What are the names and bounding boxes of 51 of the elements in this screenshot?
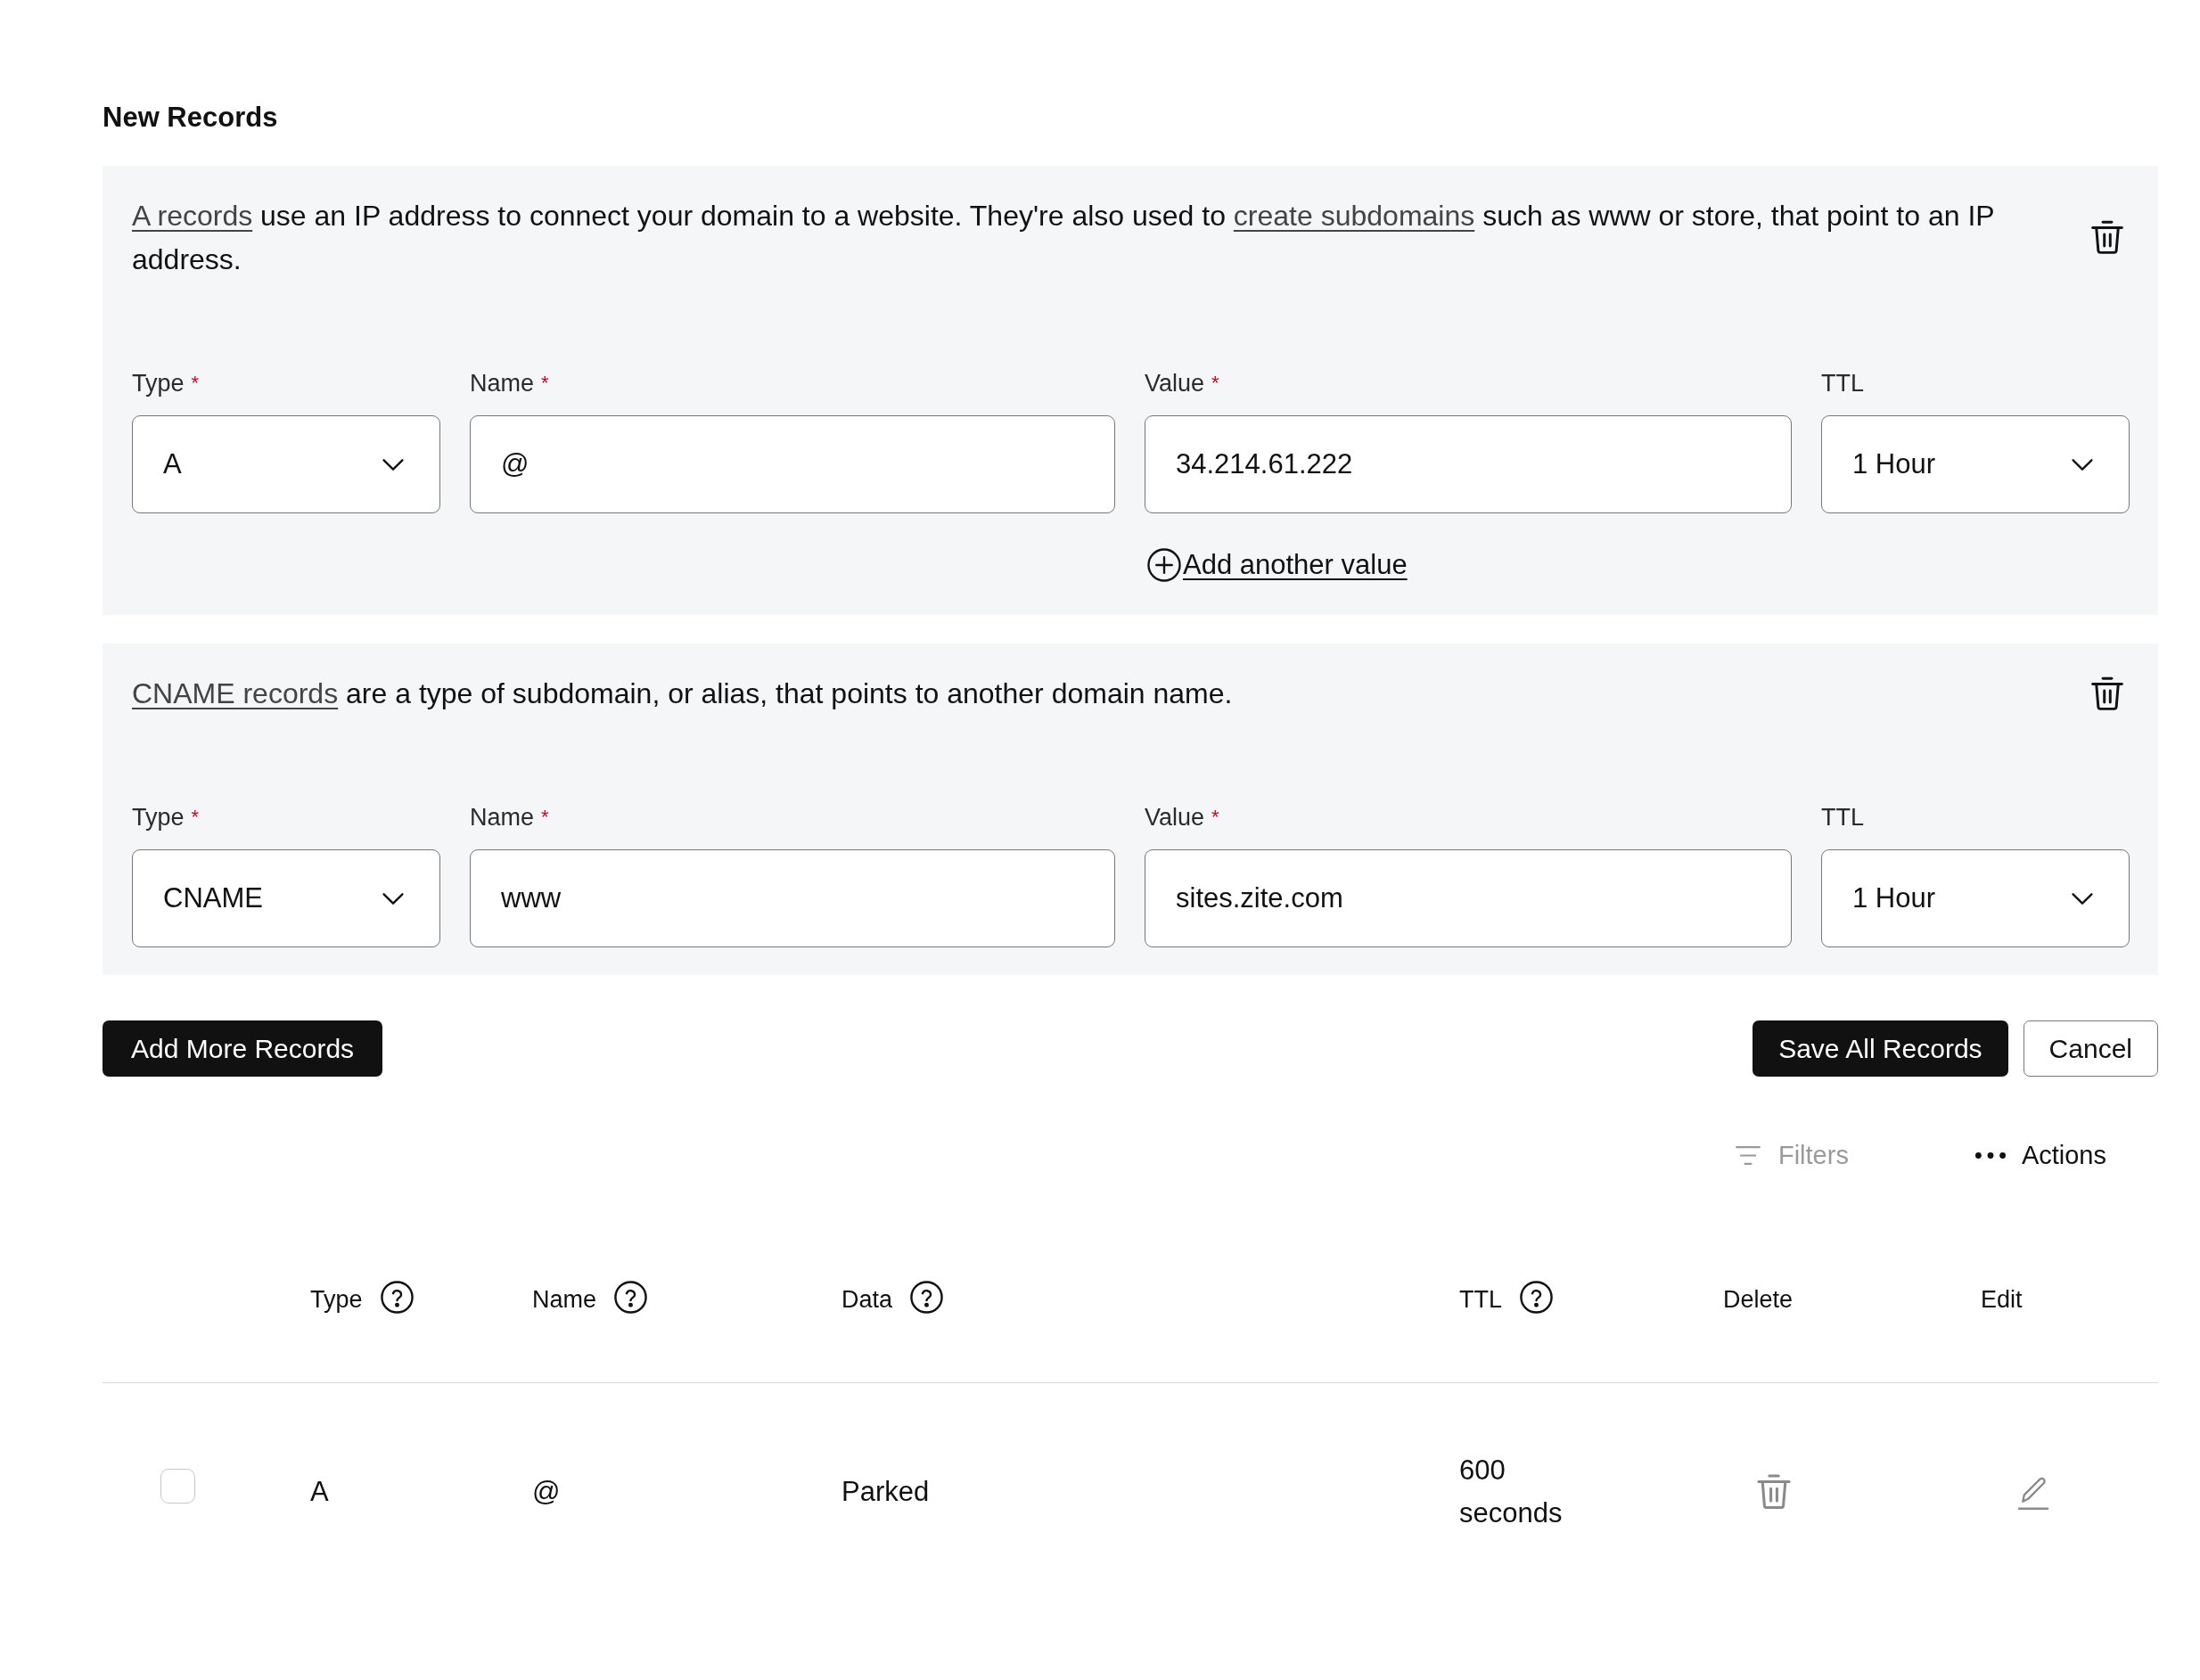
text-input[interactable]: www	[470, 849, 1115, 947]
field-label: TTL	[1821, 369, 1864, 398]
table-cell-text: Parked	[841, 1475, 930, 1509]
filter-icon	[1735, 1145, 1761, 1165]
table-cell-text: @	[532, 1475, 561, 1509]
help-icon[interactable]	[614, 1280, 648, 1314]
help-icon[interactable]	[1520, 1280, 1553, 1314]
table-cell-text: A	[310, 1475, 329, 1509]
record-description: CNAME records are a type of subdomain, or alias, that points to another domain name.	[132, 676, 1234, 711]
column-header: Data	[841, 1285, 893, 1315]
trash-icon[interactable]	[2091, 220, 2123, 256]
table-cell-text: 600 seconds	[1459, 1454, 1564, 1530]
text-input[interactable]: sites.zite.com	[1145, 849, 1792, 947]
column-header: TTL	[1459, 1285, 1502, 1315]
help-link[interactable]: CNAME records	[132, 677, 339, 709]
field-label: Name *	[470, 803, 549, 832]
column-header: Delete	[1723, 1285, 1794, 1315]
record-description: A records use an IP address to connect your domain to a website. They're also used to create subdomains such as www or store, that point to an IP address.	[132, 199, 1996, 277]
field-label: Type *	[132, 369, 200, 398]
field-label: Name *	[470, 369, 549, 398]
text-input[interactable]: @	[470, 415, 1115, 513]
field-label: Type *	[132, 803, 200, 832]
save-all-records-button[interactable]: Save All Records	[1753, 1020, 2008, 1077]
chevron-down-icon	[2072, 892, 2093, 905]
help-link[interactable]: create subdomains	[1233, 200, 1475, 232]
actions-button[interactable]: Actions	[1974, 1137, 2106, 1173]
field-label: TTL	[1821, 803, 1864, 832]
row-checkbox[interactable]	[160, 1468, 195, 1504]
help-icon[interactable]	[380, 1280, 414, 1314]
text-input[interactable]: 34.214.61.222	[1145, 415, 1792, 513]
field-label: Value *	[1145, 369, 1219, 398]
dropdown[interactable]: 1 Hour	[1821, 415, 2130, 513]
dropdown[interactable]: 1 Hour	[1821, 849, 2130, 947]
cancel-button[interactable]: Cancel	[2023, 1020, 2158, 1077]
column-header: Type	[310, 1285, 363, 1315]
chevron-down-icon	[382, 892, 404, 905]
add-more-records-button[interactable]: Add More Records	[103, 1020, 383, 1077]
help-icon[interactable]	[910, 1280, 944, 1314]
dropdown[interactable]: CNAME	[132, 849, 440, 947]
dropdown[interactable]: A	[132, 415, 440, 513]
more-icon	[1974, 1151, 2006, 1159]
chevron-down-icon	[382, 458, 404, 471]
help-link[interactable]: A records	[132, 200, 253, 232]
column-header: Edit	[1981, 1285, 2023, 1315]
field-label: Value *	[1145, 803, 1219, 832]
section-title: New Records	[103, 101, 278, 135]
chevron-down-icon	[2072, 458, 2093, 471]
add-value-link[interactable]: Add another value	[1147, 547, 1408, 583]
plus-circle-icon	[1147, 548, 1181, 582]
trash-icon[interactable]	[2091, 676, 2123, 712]
column-header: Name	[532, 1285, 597, 1315]
